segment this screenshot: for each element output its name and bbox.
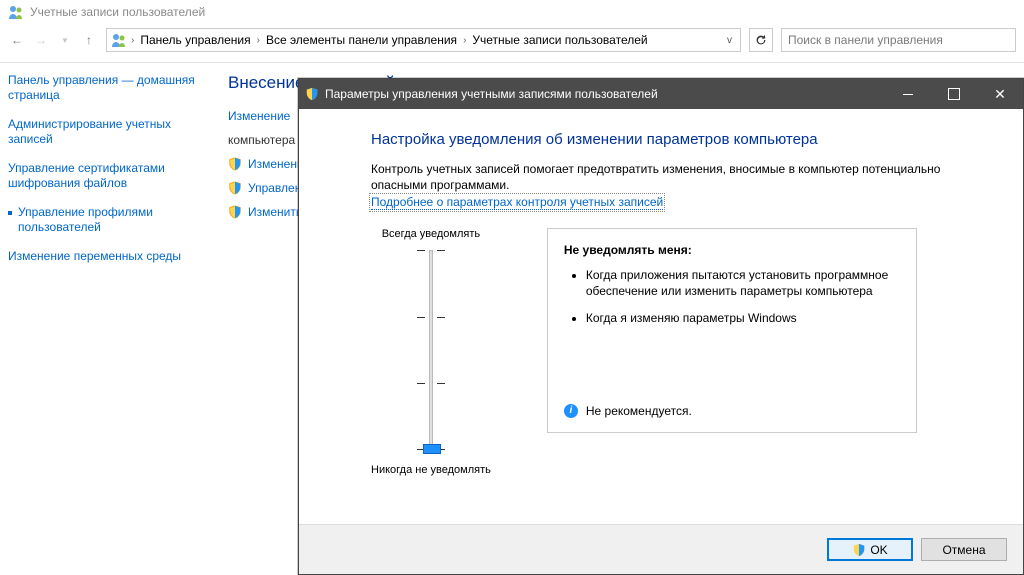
close-button[interactable]: ✕ [977, 79, 1023, 109]
ok-button[interactable]: OK [827, 538, 913, 561]
slider-top-label: Всегда уведомлять [382, 228, 480, 240]
info-icon: i [564, 404, 578, 418]
dialog-title: Параметры управления учетными записями п… [325, 87, 879, 101]
notification-info-box: Не уведомлять меня: Когда приложения пыт… [547, 228, 917, 433]
breadcrumb-item[interactable]: Панель управления [138, 33, 252, 47]
info-bullet: Когда приложения пытаются установить про… [586, 267, 900, 299]
search-placeholder: Поиск в панели управления [788, 33, 943, 47]
sidebar-home-link[interactable]: Панель управления — домашняя страница [8, 73, 210, 103]
chevron-right-icon: › [463, 35, 466, 46]
back-button[interactable]: ← [8, 31, 26, 49]
user-accounts-icon [8, 4, 24, 20]
slider-bottom-label: Никогда не уведомлять [371, 464, 491, 476]
sidebar-link[interactable]: Администрирование учетных записей [8, 117, 210, 147]
breadcrumb-item[interactable]: Учетные записи пользователей [470, 33, 649, 47]
info-box-title: Не уведомлять меня: [564, 243, 900, 257]
dialog-heading: Настройка уведомления об изменении парам… [371, 131, 951, 148]
maximize-button[interactable] [931, 79, 977, 109]
shield-icon [305, 87, 319, 101]
shield-icon [228, 205, 242, 219]
up-button[interactable]: ↑ [80, 31, 98, 49]
sidebar-link[interactable]: Управление профилями пользователей [8, 205, 210, 235]
breadcrumb[interactable]: › Панель управления › Все элементы панел… [106, 28, 741, 52]
minimize-button[interactable] [885, 79, 931, 109]
uac-settings-dialog: Параметры управления учетными записями п… [298, 78, 1024, 575]
user-accounts-icon [111, 32, 127, 48]
forward-button[interactable]: → [32, 31, 50, 49]
sidebar-link[interactable]: Изменение переменных среды [8, 249, 210, 264]
window-title: Учетные записи пользователей [30, 5, 205, 19]
shield-icon [852, 543, 866, 557]
slider-thumb[interactable] [423, 444, 441, 454]
address-dropdown-icon[interactable]: v [723, 35, 736, 46]
chevron-right-icon: › [257, 35, 260, 46]
breadcrumb-item[interactable]: Все элементы панели управления [264, 33, 459, 47]
dialog-description: Контроль учетных записей помогает предот… [371, 162, 951, 193]
shield-icon [228, 157, 242, 171]
learn-more-link[interactable]: Подробнее о параметрах контроля учетных … [371, 195, 663, 210]
refresh-icon [754, 33, 768, 47]
recent-button[interactable]: ▼ [56, 31, 74, 49]
chevron-right-icon: › [131, 35, 134, 46]
shield-icon [228, 181, 242, 195]
refresh-button[interactable] [749, 28, 773, 52]
info-bullet: Когда я изменяю параметры Windows [586, 310, 900, 326]
uac-slider[interactable] [417, 250, 445, 450]
slider-track [429, 250, 433, 450]
sidebar-link[interactable]: Управление сертификатами шифрования файл… [8, 161, 210, 191]
recommendation-text: Не рекомендуется. [586, 404, 692, 418]
bullet-icon [8, 211, 12, 215]
search-input[interactable]: Поиск в панели управления [781, 28, 1016, 52]
cancel-button[interactable]: Отмена [921, 538, 1007, 561]
